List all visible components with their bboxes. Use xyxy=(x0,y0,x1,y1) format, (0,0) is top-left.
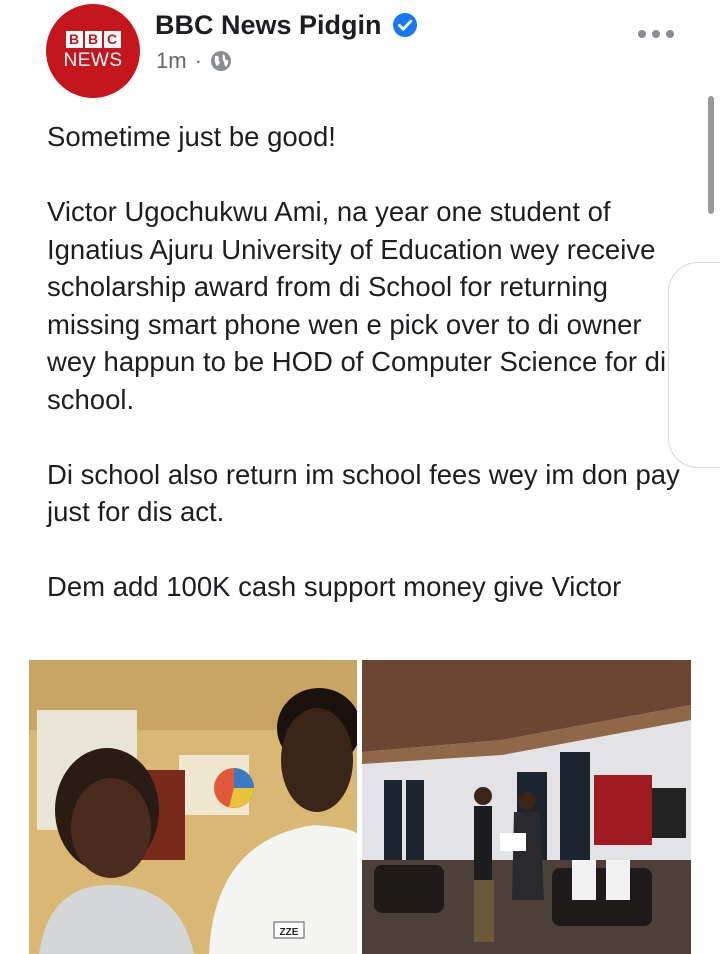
shirt-text: ZZE xyxy=(280,927,299,938)
page-avatar[interactable]: B B C NEWS xyxy=(46,4,140,98)
page-name-link[interactable]: BBC News Pidgin xyxy=(155,8,382,42)
dot xyxy=(638,30,646,38)
more-options-icon[interactable] xyxy=(638,28,674,40)
post-meta: 1m · xyxy=(156,46,232,76)
logo-word: NEWS xyxy=(63,49,123,71)
page-name-row: BBC News Pidgin xyxy=(155,8,418,42)
dot xyxy=(666,30,674,38)
post-timestamp[interactable]: 1m xyxy=(156,46,187,76)
logo-block: B xyxy=(84,30,102,48)
meta-separator: · xyxy=(194,48,202,73)
post-body: Sometime just be good! Victor Ugochukwu … xyxy=(47,118,687,606)
post-photo-grid: ZZE xyxy=(29,660,691,954)
verified-badge-icon xyxy=(392,13,417,37)
photo-right-image xyxy=(362,660,691,954)
post-paragraph: Dem add 100K cash support money give Vic… xyxy=(47,571,622,602)
edge-panel-handle[interactable] xyxy=(668,262,720,468)
logo-block: C xyxy=(103,30,121,48)
post-photo-left[interactable]: ZZE xyxy=(29,660,357,954)
photo-left-image: ZZE xyxy=(29,660,357,954)
logo-block: B xyxy=(65,30,83,48)
post-paragraph: Sometime just be good! xyxy=(47,121,336,152)
bbc-logo-blocks: B B C xyxy=(65,30,121,48)
post-photo-right[interactable] xyxy=(362,660,691,954)
post-header: B B C NEWS BBC News Pidgin 1m · xyxy=(0,0,720,110)
post-paragraph: Di school also return im school fees wey… xyxy=(47,458,680,528)
post-paragraph: Victor Ugochukwu Ami, na year one studen… xyxy=(47,196,667,415)
globe-icon xyxy=(210,51,231,71)
scrollbar-thumb[interactable] xyxy=(708,96,714,214)
dot xyxy=(652,30,660,38)
